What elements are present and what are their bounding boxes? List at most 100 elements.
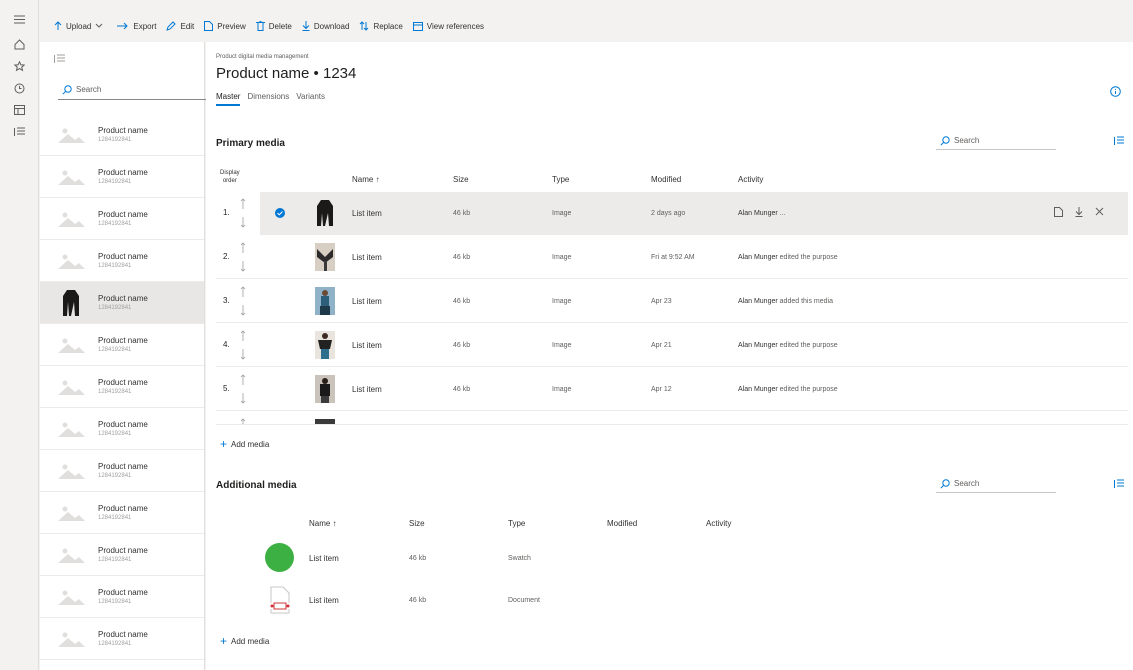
product-id: 1284192841 — [98, 179, 132, 185]
media-name[interactable]: List item — [352, 297, 382, 306]
product-thumbnail — [54, 288, 88, 318]
product-id: 1284192841 — [98, 515, 132, 521]
product-list: Product name 1284192841 Product name 12841… — [40, 114, 204, 660]
view-options-icon[interactable] — [1114, 136, 1124, 148]
list-item-selected[interactable]: Product name 1284192841 — [40, 282, 204, 324]
media-modified: Fri at 9:52 AM — [651, 254, 695, 261]
table-row[interactable] — [216, 579, 1128, 621]
display-order-header-line2: order — [222, 178, 237, 184]
add-icon: + — [220, 634, 228, 648]
media-modified: 2 days ago — [651, 210, 686, 217]
product-search-input[interactable]: Search — [58, 80, 206, 100]
name-column-header[interactable]: Name ↑ — [309, 519, 337, 528]
copy-icon[interactable] — [1054, 207, 1063, 219]
media-name[interactable]: List item — [352, 341, 382, 350]
media-name[interactable]: List item — [352, 385, 382, 394]
table-row[interactable] — [216, 537, 1128, 579]
upload-button[interactable]: Upload — [54, 21, 107, 31]
info-icon[interactable] — [1110, 86, 1121, 99]
name-column-header[interactable]: Name ↑ — [352, 175, 380, 184]
additional-search-input[interactable]: Search — [936, 475, 1056, 493]
reorder-arrows-icon[interactable] — [240, 330, 246, 362]
preview-icon — [204, 21, 214, 31]
type-column-header[interactable]: Type — [552, 175, 569, 184]
list-item[interactable]: Product name 1284192841 — [40, 408, 204, 450]
list-item[interactable]: Product name 1284192841 — [40, 576, 204, 618]
list-item[interactable]: Product name 1284192841 — [40, 366, 204, 408]
list-item[interactable]: Product name 1284192841 — [40, 324, 204, 366]
size-column-header[interactable]: Size — [453, 175, 469, 184]
media-name[interactable]: List item — [309, 554, 339, 563]
display-order-header: Display order — [220, 169, 240, 185]
delete-button[interactable]: Delete — [255, 21, 292, 31]
tab-master[interactable]: Master — [216, 92, 241, 106]
product-id: 1284192841 — [98, 263, 132, 269]
product-id: 1284192841 — [98, 305, 132, 311]
list-item[interactable]: Product name 1284192841 — [40, 114, 204, 156]
reorder-arrows-icon[interactable] — [240, 418, 246, 428]
table-row-selected[interactable] — [260, 192, 1128, 235]
activity-column-header[interactable]: Activity — [706, 519, 731, 528]
activity-action: edited the purpose — [779, 342, 838, 349]
preview-button[interactable]: Preview — [204, 21, 246, 31]
favorites-star-icon[interactable] — [0, 55, 39, 77]
product-id: 1284192841 — [98, 473, 132, 479]
modified-column-header[interactable]: Modified — [607, 519, 637, 528]
type-column-header[interactable]: Type — [508, 519, 525, 528]
delete-icon — [255, 21, 265, 31]
media-name[interactable]: List item — [309, 596, 339, 605]
media-name[interactable]: List item — [352, 253, 382, 262]
selected-check-icon[interactable] — [275, 208, 285, 220]
media-size: 46 kb — [453, 342, 471, 349]
media-name[interactable]: List item — [352, 209, 382, 218]
product-name: Product name — [98, 378, 148, 387]
media-activity: Alan Munger edited the purpose — [738, 342, 838, 349]
activity-column-header[interactable]: Activity — [738, 175, 763, 184]
list-item[interactable]: Product name 1284192841 — [40, 240, 204, 282]
reorder-arrows-icon[interactable] — [240, 242, 246, 274]
workspaces-icon[interactable] — [0, 99, 39, 121]
replace-icon — [360, 21, 369, 31]
list-item[interactable]: Product name 1284192841 — [40, 492, 204, 534]
image-placeholder-icon — [54, 456, 88, 486]
collapse-list-icon[interactable] — [54, 54, 65, 66]
size-column-header[interactable]: Size — [409, 519, 425, 528]
list-item[interactable]: Product name 1284192841 — [40, 156, 204, 198]
edit-button[interactable]: Edit — [166, 21, 194, 31]
tab-bar: Master Dimensions Variants — [216, 92, 332, 106]
view-references-button[interactable]: View references — [412, 21, 484, 31]
modules-list-icon[interactable] — [0, 121, 39, 143]
list-item[interactable]: Product name 1284192841 — [40, 618, 204, 660]
product-id: 1284192841 — [98, 557, 132, 563]
image-placeholder-icon — [54, 498, 88, 528]
tab-dimensions[interactable]: Dimensions — [247, 92, 289, 106]
add-additional-media-button[interactable]: + Add media — [220, 634, 269, 648]
view-options-icon[interactable] — [1114, 479, 1124, 491]
download-button[interactable]: Download — [302, 21, 349, 31]
list-item[interactable]: Product name 1284192841 — [40, 198, 204, 240]
reorder-arrows-icon[interactable] — [240, 286, 246, 318]
menu-icon[interactable] — [0, 8, 39, 30]
export-label: Export — [133, 21, 157, 31]
download-icon[interactable] — [1075, 207, 1083, 219]
product-name: Product name — [98, 420, 148, 429]
reorder-arrows-icon[interactable] — [240, 198, 246, 230]
modified-column-header[interactable]: Modified — [651, 175, 681, 184]
home-icon[interactable] — [0, 33, 39, 55]
row-order: 3. — [223, 296, 230, 305]
export-button[interactable]: Export — [117, 22, 156, 31]
list-item[interactable]: Product name 1284192841 — [40, 534, 204, 576]
add-primary-media-button[interactable]: + Add media — [220, 437, 269, 451]
product-id: 1284192841 — [98, 137, 132, 143]
recent-clock-icon[interactable] — [0, 77, 39, 99]
reorder-arrows-icon[interactable] — [240, 374, 246, 406]
product-name: Product name — [98, 252, 148, 261]
tab-variants[interactable]: Variants — [296, 92, 325, 106]
replace-button[interactable]: Replace — [359, 21, 403, 31]
media-modified: Apr 23 — [651, 298, 672, 305]
image-placeholder-icon — [54, 330, 88, 360]
list-item[interactable]: Product name 1284192841 — [40, 450, 204, 492]
upload-icon — [54, 21, 62, 30]
primary-search-input[interactable]: Search — [936, 132, 1056, 150]
close-icon[interactable] — [1095, 207, 1104, 218]
